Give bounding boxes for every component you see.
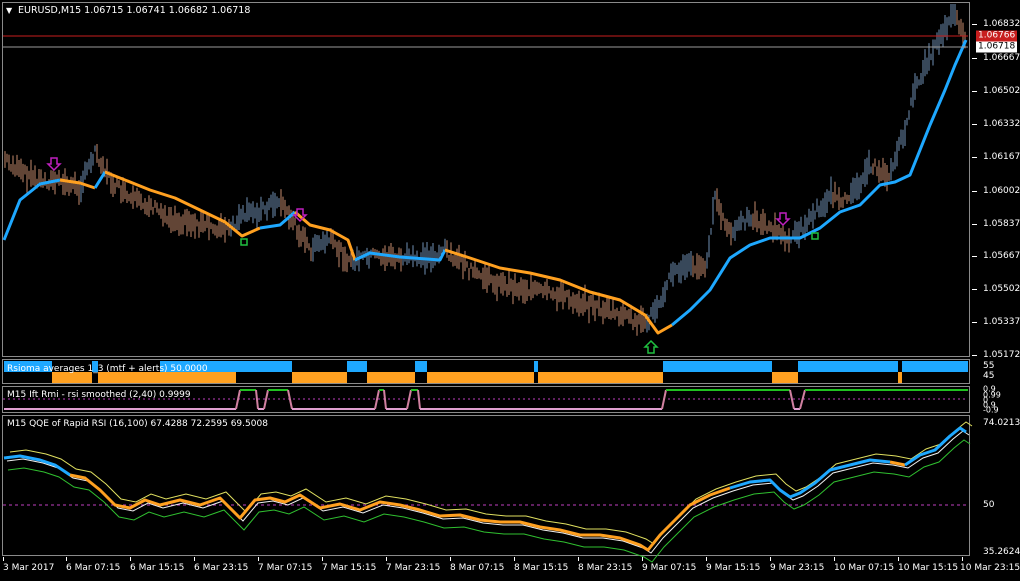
time-label: 3 Mar 2017 <box>3 563 55 573</box>
price-tag-current: 1.06718 <box>976 41 1018 53</box>
time-label: 8 Mar 07:15 <box>450 563 505 573</box>
rsioma-bar-down <box>292 372 347 383</box>
time-label: 10 Mar 15:15 <box>898 563 959 573</box>
time-label: 9 Mar 15:15 <box>706 563 761 573</box>
time-tick-mark <box>962 557 963 561</box>
ift-title: M15 Ift Rmi - rsi smoothed (2,40) 0.9999 <box>7 390 191 400</box>
price-tick-label: 1.06002 <box>983 186 1020 196</box>
qqe-axis-bottom: 35.2624 <box>983 547 1020 557</box>
price-tick-mark <box>972 24 977 25</box>
price-tick-label: 1.05837 <box>983 219 1020 229</box>
time-tick-mark <box>3 557 4 561</box>
qqe-axis-top: 74.0213 <box>983 418 1020 428</box>
rsioma-bar-up <box>798 361 898 372</box>
time-label: 9 Mar 07:15 <box>642 563 697 573</box>
price-tick-mark <box>972 157 977 158</box>
price-tag-red: 1.06766 <box>976 30 1018 42</box>
price-tick-mark <box>972 91 977 92</box>
time-label: 6 Mar 07:15 <box>66 563 121 573</box>
rsioma-bar-down <box>367 372 415 383</box>
chart-menu-icon[interactable]: ▼ <box>6 6 12 15</box>
time-tick-mark <box>386 557 387 561</box>
price-tick-mark <box>972 124 977 125</box>
ift-line-segment <box>255 389 259 410</box>
price-tick-label: 1.05172 <box>983 350 1020 360</box>
rsioma-bar-up <box>236 361 292 372</box>
price-tick-label: 1.05667 <box>983 251 1020 261</box>
time-tick-mark <box>66 557 67 561</box>
time-label: 7 Mar 07:15 <box>258 563 313 573</box>
price-tick-mark <box>972 191 977 192</box>
price-tick-mark <box>972 322 977 323</box>
qqe-axis-mid: 50 <box>983 500 995 510</box>
ift-line-segment <box>406 389 412 410</box>
price-tick-mark <box>972 224 977 225</box>
ift-line-segment <box>661 389 667 410</box>
price-tick-mark <box>972 256 977 257</box>
arrow-up-icon <box>643 339 659 354</box>
price-tick-label: 1.06667 <box>983 53 1020 63</box>
price-tick-label: 1.05502 <box>983 284 1020 294</box>
ma-line-up <box>93 171 107 189</box>
time-tick-mark <box>194 557 195 561</box>
rsioma-axis-top: 55 <box>983 361 995 371</box>
price-tick-label: 1.06332 <box>983 119 1020 129</box>
price-tick-mark <box>972 355 977 356</box>
time-label: 6 Mar 23:15 <box>194 563 249 573</box>
time-tick-mark <box>642 557 643 561</box>
price-tick-label: 1.06167 <box>983 152 1020 162</box>
time-tick-mark <box>130 557 131 561</box>
price-tick-mark <box>972 289 977 290</box>
rsioma-bar-up <box>415 361 427 372</box>
time-label: 8 Mar 15:15 <box>514 563 569 573</box>
time-tick-mark <box>258 557 259 561</box>
ift-axis-4: -0.9 <box>983 405 999 415</box>
ift-line-segment <box>417 389 421 410</box>
rsioma-bar-up <box>663 361 772 372</box>
time-label: 6 Mar 15:15 <box>130 563 185 573</box>
time-tick-mark <box>770 557 771 561</box>
signal-square-icon <box>240 238 248 246</box>
price-tick-label: 1.06502 <box>983 86 1020 96</box>
time-tick-mark <box>706 557 707 561</box>
ma-line-up <box>671 39 968 327</box>
qqe-main-line <box>69 473 731 552</box>
time-label: 8 Mar 23:15 <box>578 563 633 573</box>
rsioma-bar-down <box>538 372 663 383</box>
ift-line-segment <box>383 389 387 410</box>
rsioma-bar-up <box>534 361 538 372</box>
ma-line-up <box>259 210 296 230</box>
time-tick-mark <box>514 557 515 561</box>
time-tick-mark <box>834 557 835 561</box>
arrow-down-icon <box>775 212 791 227</box>
rsioma-bar-down <box>898 372 902 383</box>
rsioma-bar-down <box>427 372 534 383</box>
rsioma-title: Rsioma averages 1_3 (mtf + alerts) 50.00… <box>7 364 208 374</box>
price-tick-mark <box>972 58 977 59</box>
time-label: 10 Mar 23:15 <box>960 563 1020 573</box>
time-label: 9 Mar 23:15 <box>770 563 825 573</box>
time-tick-mark <box>450 557 451 561</box>
price-tick-label: 1.05337 <box>983 317 1020 327</box>
time-label: 10 Mar 07:15 <box>834 563 895 573</box>
ma-line-up <box>2 178 61 241</box>
rsioma-bar-up <box>347 361 367 372</box>
rsioma-axis-bottom: 45 <box>983 371 995 381</box>
arrow-down-icon <box>46 157 62 172</box>
time-label: 7 Mar 23:15 <box>386 563 441 573</box>
qqe-title: M15 QQE of Rapid RSI (16,100) 67.4288 72… <box>7 419 268 429</box>
time-label: 7 Mar 15:15 <box>322 563 377 573</box>
time-tick-mark <box>322 557 323 561</box>
time-tick-mark <box>578 557 579 561</box>
chart-canvas <box>2 4 973 563</box>
qqe-main-line <box>904 426 967 467</box>
price-tick-label: 1.06832 <box>983 19 1020 29</box>
rsioma-bar-down <box>772 372 798 383</box>
signal-square-icon <box>811 232 819 240</box>
rsioma-bar-up <box>902 361 968 372</box>
time-tick-mark <box>898 557 899 561</box>
qqe-trail-yellow <box>9 421 973 545</box>
symbol-info: EURUSD,M15 1.06715 1.06741 1.06682 1.067… <box>18 5 251 16</box>
qqe-signal-white <box>6 430 970 554</box>
